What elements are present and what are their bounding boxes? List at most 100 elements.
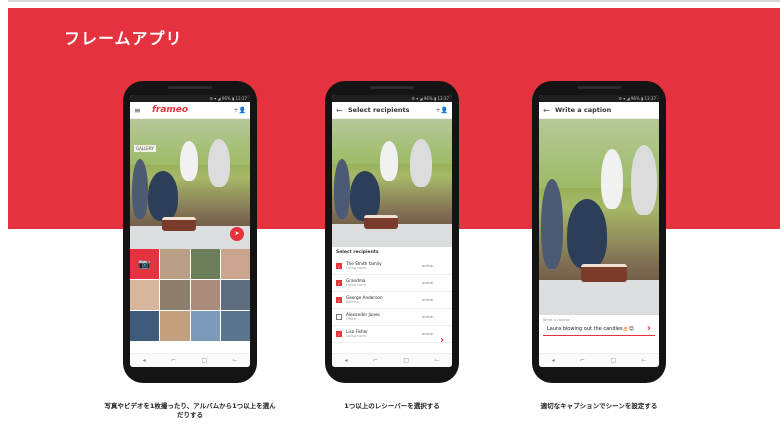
person-girl (350, 171, 380, 221)
gallery-screen: ⚙ ▾ ◢ 96% ▮ 13:37 ≡ frameo +👤 GALLERY ➤ … (130, 95, 250, 367)
recipient-row[interactable]: ✓ George Anderson Kitchen online (332, 292, 452, 309)
thumbnail[interactable] (190, 311, 220, 341)
nav-menu-icon[interactable]: ⇽ (641, 357, 646, 364)
app-bar: ← Select recipients +👤 (332, 102, 452, 119)
android-nav-bar: ◂ ⌐ □ ⇽ (539, 353, 659, 367)
thumbnail[interactable] (160, 311, 190, 341)
birthday-cake (364, 215, 398, 229)
person-grandma (631, 145, 657, 215)
back-icon[interactable]: ← (543, 106, 555, 115)
phone-recipients: ⚙ ▾ ◢ 96% ▮ 13:37 ← Select recipients +👤… (325, 81, 459, 383)
birthday-cake (581, 264, 627, 282)
birthday-photo (332, 119, 452, 247)
recipient-row[interactable]: Alexander Jones Office online (332, 309, 452, 326)
android-nav-bar: ◂ ⌐ □ ⇽ (130, 353, 250, 367)
nav-back-icon[interactable]: ◂ (143, 357, 146, 364)
screen-title: Select recipients (348, 106, 410, 114)
add-user-icon[interactable]: +👤 (436, 107, 449, 114)
person-girl (148, 171, 178, 221)
photo-table (539, 279, 659, 315)
frameo-logo: frameo (152, 105, 189, 115)
birthday-cake (162, 217, 196, 231)
screen-title: Write a caption (555, 106, 612, 114)
checkbox-checked[interactable]: ✓ (336, 297, 342, 303)
person-left (132, 159, 148, 219)
person-grandma (410, 139, 432, 187)
app-bar: ← Write a caption (539, 102, 659, 119)
send-arrow-icon[interactable]: › (647, 323, 651, 334)
person-left (334, 159, 350, 219)
thumbnail[interactable] (220, 249, 250, 279)
caption-input[interactable]: Laura blowing out the candles🎂😊 › (543, 322, 655, 336)
step-caption-3: 適切なキャプションでシーンを設定する (540, 402, 658, 410)
nav-menu-icon[interactable]: ⇽ (434, 357, 439, 364)
nav-recent-icon[interactable]: ⌐ (373, 357, 378, 364)
add-user-icon[interactable]: +👤 (234, 107, 247, 114)
step-caption-1: 写真やビデオを1枚撮ったり、アルバムから1つ以上を選んだりする (104, 402, 276, 419)
thumbnail[interactable] (130, 280, 160, 310)
recipient-name: George Anderson Kitchen (346, 295, 383, 304)
checkbox-checked[interactable]: ✓ (336, 280, 342, 286)
nav-home-icon[interactable]: □ (201, 357, 207, 364)
thumbnail[interactable] (160, 249, 190, 279)
phone-caption: ⚙ ▾ ◢ 96% ▮ 13:37 ← Write a caption Writ… (532, 81, 666, 383)
birthday-photo: GALLERY ➤ (130, 119, 250, 249)
recipient-name: Alexander Jones Office (346, 312, 380, 321)
page-title: フレームアプリ (64, 29, 183, 48)
nav-home-icon[interactable]: □ (610, 357, 616, 364)
nav-recent-icon[interactable]: ⌐ (580, 357, 585, 364)
top-border (0, 0, 780, 7)
send-fab[interactable]: ➤ (230, 227, 244, 241)
checkbox-unchecked[interactable] (336, 314, 342, 320)
caption-screen: ⚙ ▾ ◢ 96% ▮ 13:37 ← Write a caption Writ… (539, 95, 659, 367)
person-girl (567, 199, 607, 269)
thumbnail[interactable] (190, 280, 220, 310)
menu-icon[interactable]: ≡ (134, 106, 146, 115)
recipients-screen: ⚙ ▾ ◢ 96% ▮ 13:37 ← Select recipients +👤… (332, 95, 452, 367)
person-boy (601, 149, 623, 209)
person-left (541, 179, 563, 269)
status-bar: ⚙ ▾ ◢ 96% ▮ 13:37 (539, 95, 659, 102)
app-bar: ≡ frameo +👤 (130, 102, 250, 119)
nav-menu-icon[interactable]: ⇽ (232, 357, 237, 364)
person-grandma (208, 139, 230, 187)
recipient-row[interactable]: ✓ The Smith family Living room online (332, 258, 452, 275)
thumbnail[interactable] (220, 280, 250, 310)
recipients-header: Select recipients (336, 250, 379, 255)
recipient-row[interactable]: ✓ Grandma Living room online (332, 275, 452, 292)
phone-gallery: ⚙ ▾ ◢ 96% ▮ 13:37 ≡ frameo +👤 GALLERY ➤ … (123, 81, 257, 383)
camera-tile[interactable]: 📷 (130, 249, 160, 279)
status-bar: ⚙ ▾ ◢ 96% ▮ 13:37 (130, 95, 250, 102)
person-boy (180, 141, 198, 181)
recipient-row[interactable]: ✓ Lisa Fisher Living room online (332, 326, 452, 343)
caption-text[interactable]: Laura blowing out the candles🎂😊 (547, 326, 647, 332)
checkbox-checked[interactable]: ✓ (336, 331, 342, 337)
caption-label: Write a caption (543, 318, 571, 322)
top-border-line (8, 0, 780, 2)
recipient-status: online (422, 298, 433, 302)
android-nav-bar: ◂ ⌐ □ ⇽ (332, 353, 452, 367)
recipient-name: Grandma Living room (346, 278, 366, 287)
nav-home-icon[interactable]: □ (403, 357, 409, 364)
recipient-name: The Smith family Living room (346, 261, 382, 270)
page: フレームアプリ ⚙ ▾ ◢ 96% ▮ 13:37 ≡ frameo +👤 GA… (0, 0, 780, 443)
recipient-status: online (422, 315, 433, 319)
person-boy (380, 141, 398, 181)
recipient-name: Lisa Fisher Living room (346, 329, 368, 338)
thumbnail[interactable] (220, 311, 250, 341)
gallery-label: GALLERY (134, 145, 156, 152)
thumbnail[interactable] (160, 280, 190, 310)
camera-icon: 📷 (138, 258, 151, 270)
birthday-photo (539, 119, 659, 315)
recipient-status: online (422, 281, 433, 285)
back-icon[interactable]: ← (336, 106, 348, 115)
step-caption-2: 1つ以上のレシーバーを選択する (344, 402, 440, 410)
recipient-status: online (422, 264, 433, 268)
next-arrow-icon[interactable]: › (440, 335, 444, 346)
thumbnail[interactable] (190, 249, 220, 279)
nav-recent-icon[interactable]: ⌐ (171, 357, 176, 364)
checkbox-checked[interactable]: ✓ (336, 263, 342, 269)
nav-back-icon[interactable]: ◂ (345, 357, 348, 364)
nav-back-icon[interactable]: ◂ (552, 357, 555, 364)
thumbnail[interactable] (130, 311, 160, 341)
